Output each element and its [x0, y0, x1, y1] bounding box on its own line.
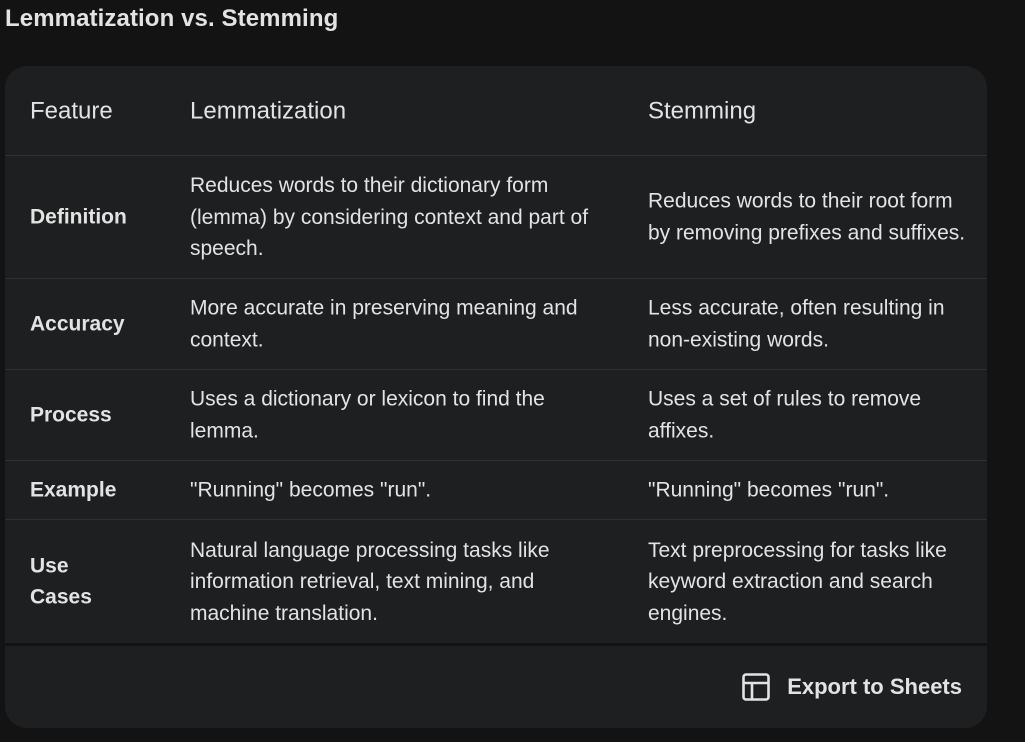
header-lemmatization: Lemmatization: [190, 96, 347, 124]
table-row: Accuracy More accurate in preserving mea…: [5, 279, 987, 370]
table-header-row: Feature Lemmatization Stemming: [5, 66, 987, 156]
row-stemming: "Running" becomes "run".: [648, 478, 890, 502]
row-lemmatization: "Running" becomes "run".: [190, 478, 432, 502]
header-stemming: Stemming: [648, 96, 757, 124]
table-row: Use Cases Natural language processing ta…: [5, 520, 987, 643]
header-feature: Feature: [30, 96, 113, 124]
row-stemming: Uses a set of rules to remove affixes.: [648, 387, 922, 443]
row-feature: Accuracy: [30, 312, 125, 336]
row-lemmatization: More accurate in preserving meaning and …: [190, 296, 578, 352]
table-grid-icon: [741, 672, 771, 702]
page-title: Lemmatization vs. Stemming: [5, 5, 339, 32]
row-stemming: Text preprocessing for tasks like keywor…: [648, 538, 947, 625]
table-footer: Export to Sheets: [5, 646, 987, 728]
row-stemming: Reduces words to their root form by remo…: [648, 189, 966, 245]
table-row: Example "Running" becomes "run". "Runnin…: [5, 461, 987, 520]
export-to-sheets-button[interactable]: Export to Sheets: [741, 670, 962, 704]
export-label: Export to Sheets: [787, 674, 962, 699]
row-lemmatization: Uses a dictionary or lexicon to find the…: [190, 387, 545, 443]
row-stemming: Less accurate, often resulting in non-ex…: [648, 296, 945, 352]
row-lemmatization: Reduces words to their dictionary form (…: [190, 173, 589, 260]
row-lemmatization: Natural language processing tasks like i…: [190, 538, 550, 625]
row-feature: Definition: [30, 205, 127, 229]
row-feature: Use Cases: [30, 554, 92, 609]
row-feature: Process: [30, 403, 112, 427]
table-row: Definition Reduces words to their dictio…: [5, 156, 987, 279]
comparison-table: Feature Lemmatization Stemming Definitio…: [5, 66, 987, 643]
table-row: Process Uses a dictionary or lexicon to …: [5, 370, 987, 461]
row-feature: Example: [30, 478, 117, 502]
